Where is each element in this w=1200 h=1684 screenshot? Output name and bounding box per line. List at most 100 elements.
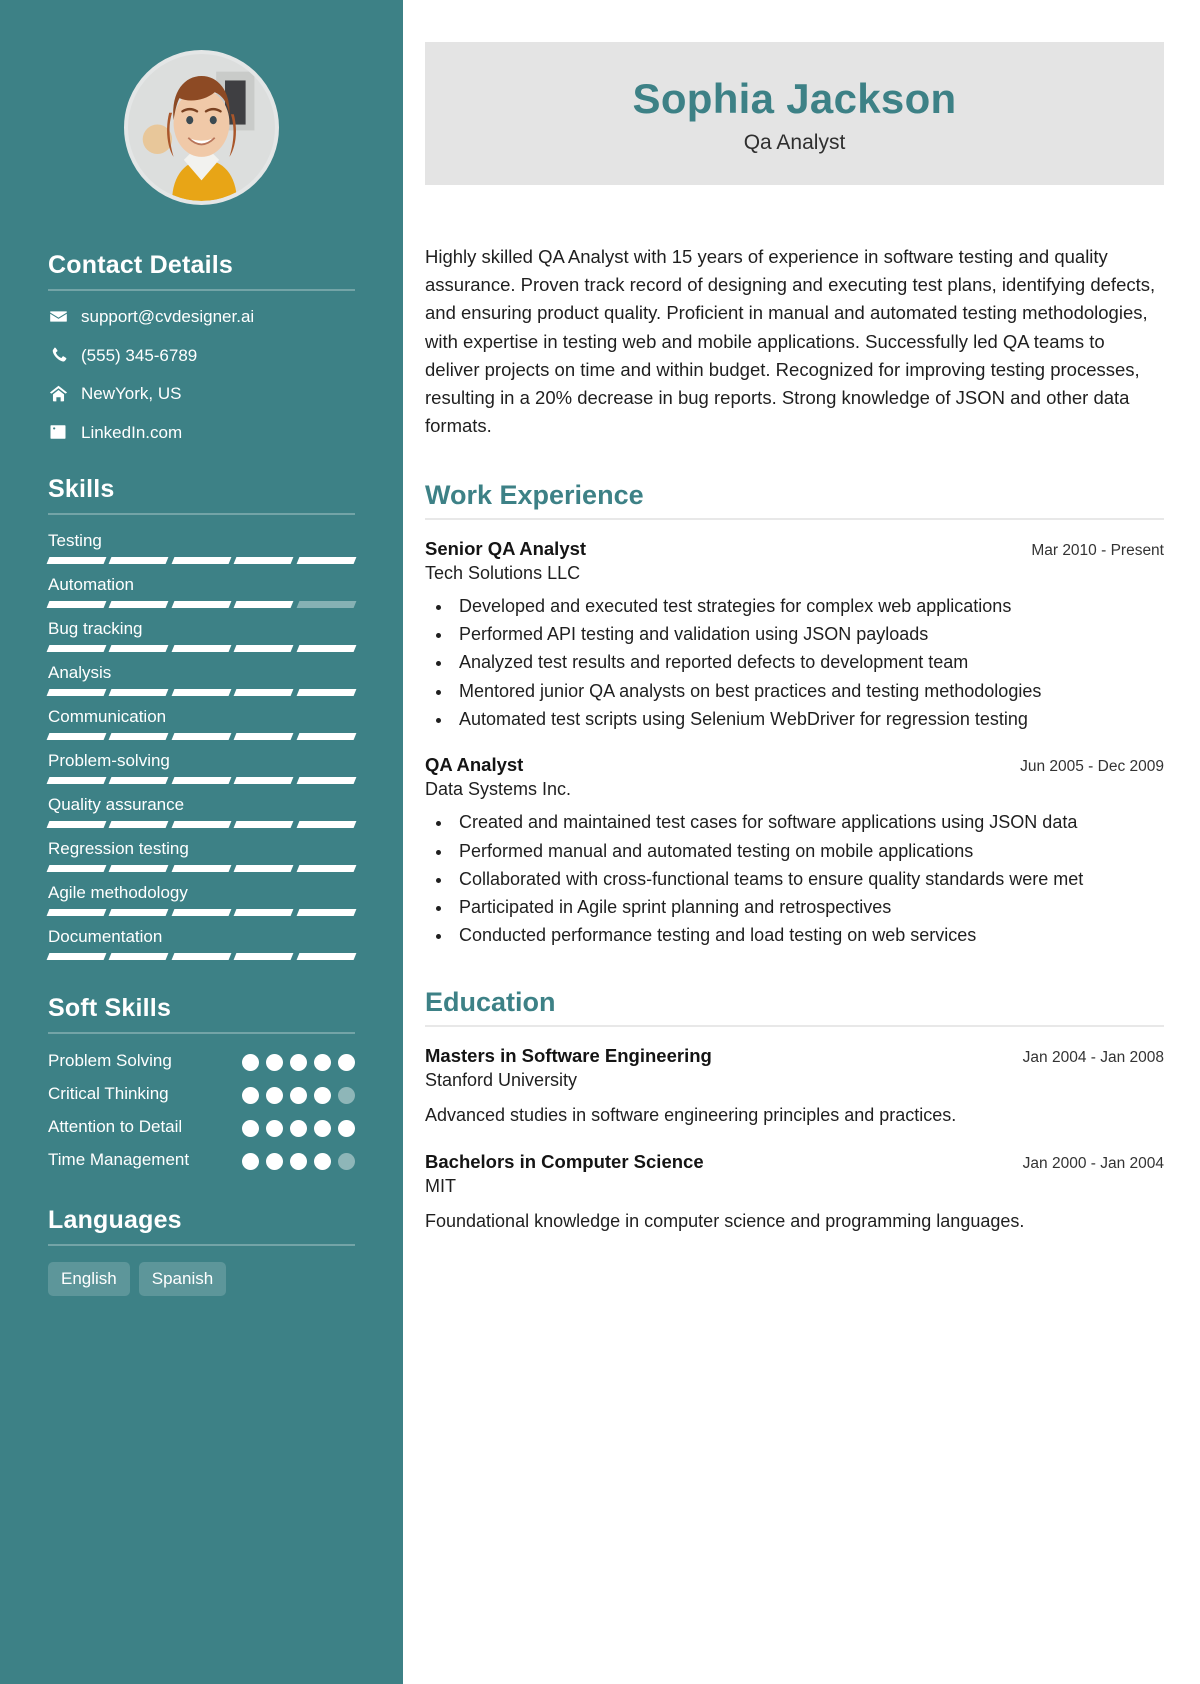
skill-segment <box>108 645 170 652</box>
education-description: Advanced studies in software engineering… <box>425 1104 957 1125</box>
envelope-icon <box>48 307 68 326</box>
rating-dot <box>290 1086 307 1104</box>
contact-item-email[interactable]: support@cvdesigner.ai <box>48 307 355 326</box>
soft-skills-heading: Soft Skills <box>48 994 172 1022</box>
skill-row: Quality assurance <box>46 795 357 828</box>
education-date-range: Jan 2004 - Jan 2008 <box>1022 1048 1164 1066</box>
skill-segment <box>171 777 232 784</box>
contact-linkedin-text: LinkedIn.com <box>81 422 183 442</box>
home-icon <box>48 384 68 403</box>
contact-heading: Contact Details <box>48 251 233 279</box>
skill-segment <box>233 865 295 872</box>
entry-header: QA Analyst Jun 2005 - Dec 2009 <box>425 754 1164 776</box>
skill-label: Communication <box>48 707 167 726</box>
avatar <box>124 50 279 205</box>
skill-segment <box>296 601 357 608</box>
entry-header: Senior QA Analyst Mar 2010 - Present <box>425 538 1164 560</box>
rating-dot <box>314 1086 331 1104</box>
responsibility-list: Developed and executed test strategies f… <box>453 593 1164 732</box>
skills-section: Skills Testing Automation Bug tracking A… <box>46 475 357 960</box>
contact-item-phone[interactable]: (555) 345-6789 <box>48 346 355 364</box>
rating-dot <box>290 1152 307 1170</box>
language-tag[interactable]: English <box>48 1261 130 1296</box>
work-entry: QA Analyst Jun 2005 - Dec 2009 Data Syst… <box>425 754 1164 948</box>
skills-heading: Skills <box>48 475 115 503</box>
divider <box>425 1024 1164 1027</box>
bullet-item: Created and maintained test cases for so… <box>453 809 1164 835</box>
avatar-container <box>48 50 355 205</box>
skill-segment <box>46 777 107 784</box>
education-section: Education Masters in Software Engineerin… <box>425 987 1164 1235</box>
skill-segment <box>296 777 357 784</box>
contact-item-linkedin[interactable]: LinkedIn.com <box>48 423 355 441</box>
skill-segment <box>108 909 170 916</box>
language-tag[interactable]: Spanish <box>138 1261 227 1296</box>
skill-label: Bug tracking <box>48 619 143 638</box>
rating-dot <box>290 1119 307 1137</box>
education-entry: Masters in Software Engineering Jan 2004… <box>425 1045 1164 1129</box>
soft-skill-rating <box>242 1083 355 1104</box>
skill-label: Quality assurance <box>48 795 185 814</box>
rating-dot <box>314 1054 331 1071</box>
skill-segment <box>171 601 232 608</box>
skill-segment <box>46 689 107 696</box>
bullet-item: Mentored junior QA analysts on best prac… <box>453 678 1164 704</box>
skill-segment <box>46 821 107 828</box>
skill-label: Problem-solving <box>48 751 170 770</box>
divider <box>48 1032 355 1034</box>
entry-header: Bachelors in Computer Science Jan 2000 -… <box>425 1151 1164 1173</box>
skill-row: Agile methodology <box>46 883 357 916</box>
rating-dot <box>266 1152 283 1170</box>
rating-dot <box>290 1054 307 1071</box>
contact-list: support@cvdesigner.ai (555) 345-6789 New… <box>48 307 355 441</box>
skill-row: Bug tracking <box>46 619 357 652</box>
divider <box>425 517 1164 520</box>
institution-name: Stanford University <box>425 1069 578 1090</box>
skill-segment <box>233 953 295 960</box>
company-name: Data Systems Inc. <box>425 779 572 800</box>
skill-segment <box>46 953 107 960</box>
skill-segment <box>296 953 357 960</box>
skill-segment <box>108 821 170 828</box>
soft-skill-label: Time Management <box>48 1149 190 1169</box>
rating-dot <box>338 1119 355 1137</box>
bullet-item: Performed API testing and validation usi… <box>453 621 1164 647</box>
skill-segment <box>171 557 232 564</box>
skill-segment <box>108 557 170 564</box>
phone-icon <box>48 346 68 364</box>
skill-segment <box>108 601 170 608</box>
skill-segment <box>46 557 107 564</box>
skill-segment <box>296 689 357 696</box>
skill-segment <box>296 645 357 652</box>
skill-segment <box>108 777 170 784</box>
rating-dot <box>314 1119 331 1137</box>
skill-row: Documentation <box>46 927 357 960</box>
skill-segment <box>233 909 295 916</box>
skill-label: Regression testing <box>48 839 189 858</box>
bullet-item: Participated in Agile sprint planning an… <box>453 894 1164 920</box>
skill-segment <box>171 733 232 740</box>
languages-heading: Languages <box>48 1205 182 1234</box>
skill-level-bar <box>46 557 357 564</box>
skill-segment <box>108 865 170 872</box>
skill-segment <box>296 909 357 916</box>
rating-dot <box>266 1119 283 1137</box>
languages-section: Languages English Spanish <box>48 1206 355 1296</box>
professional-summary: Highly skilled QA Analyst with 15 years … <box>425 246 1156 436</box>
skill-level-bar <box>46 689 357 696</box>
job-position: QA Analyst <box>425 754 524 776</box>
skill-segment <box>108 733 170 740</box>
degree-name: Masters in Software Engineering <box>425 1044 712 1066</box>
skill-segment <box>296 557 357 564</box>
skill-label: Analysis <box>48 663 112 682</box>
work-experience-section: Work Experience Senior QA Analyst Mar 20… <box>425 480 1164 949</box>
soft-skills-list: Problem Solving Critical Thinking Attent… <box>48 1050 355 1172</box>
skill-segment <box>233 777 295 784</box>
bullet-item: Analyzed test results and reported defec… <box>453 649 1164 675</box>
soft-skill-label: Critical Thinking <box>48 1083 169 1103</box>
contact-item-location[interactable]: NewYork, US <box>48 384 355 403</box>
divider <box>48 289 355 291</box>
degree-name: Bachelors in Computer Science <box>425 1150 704 1172</box>
skill-segment <box>46 909 107 916</box>
rating-dot <box>338 1152 355 1170</box>
